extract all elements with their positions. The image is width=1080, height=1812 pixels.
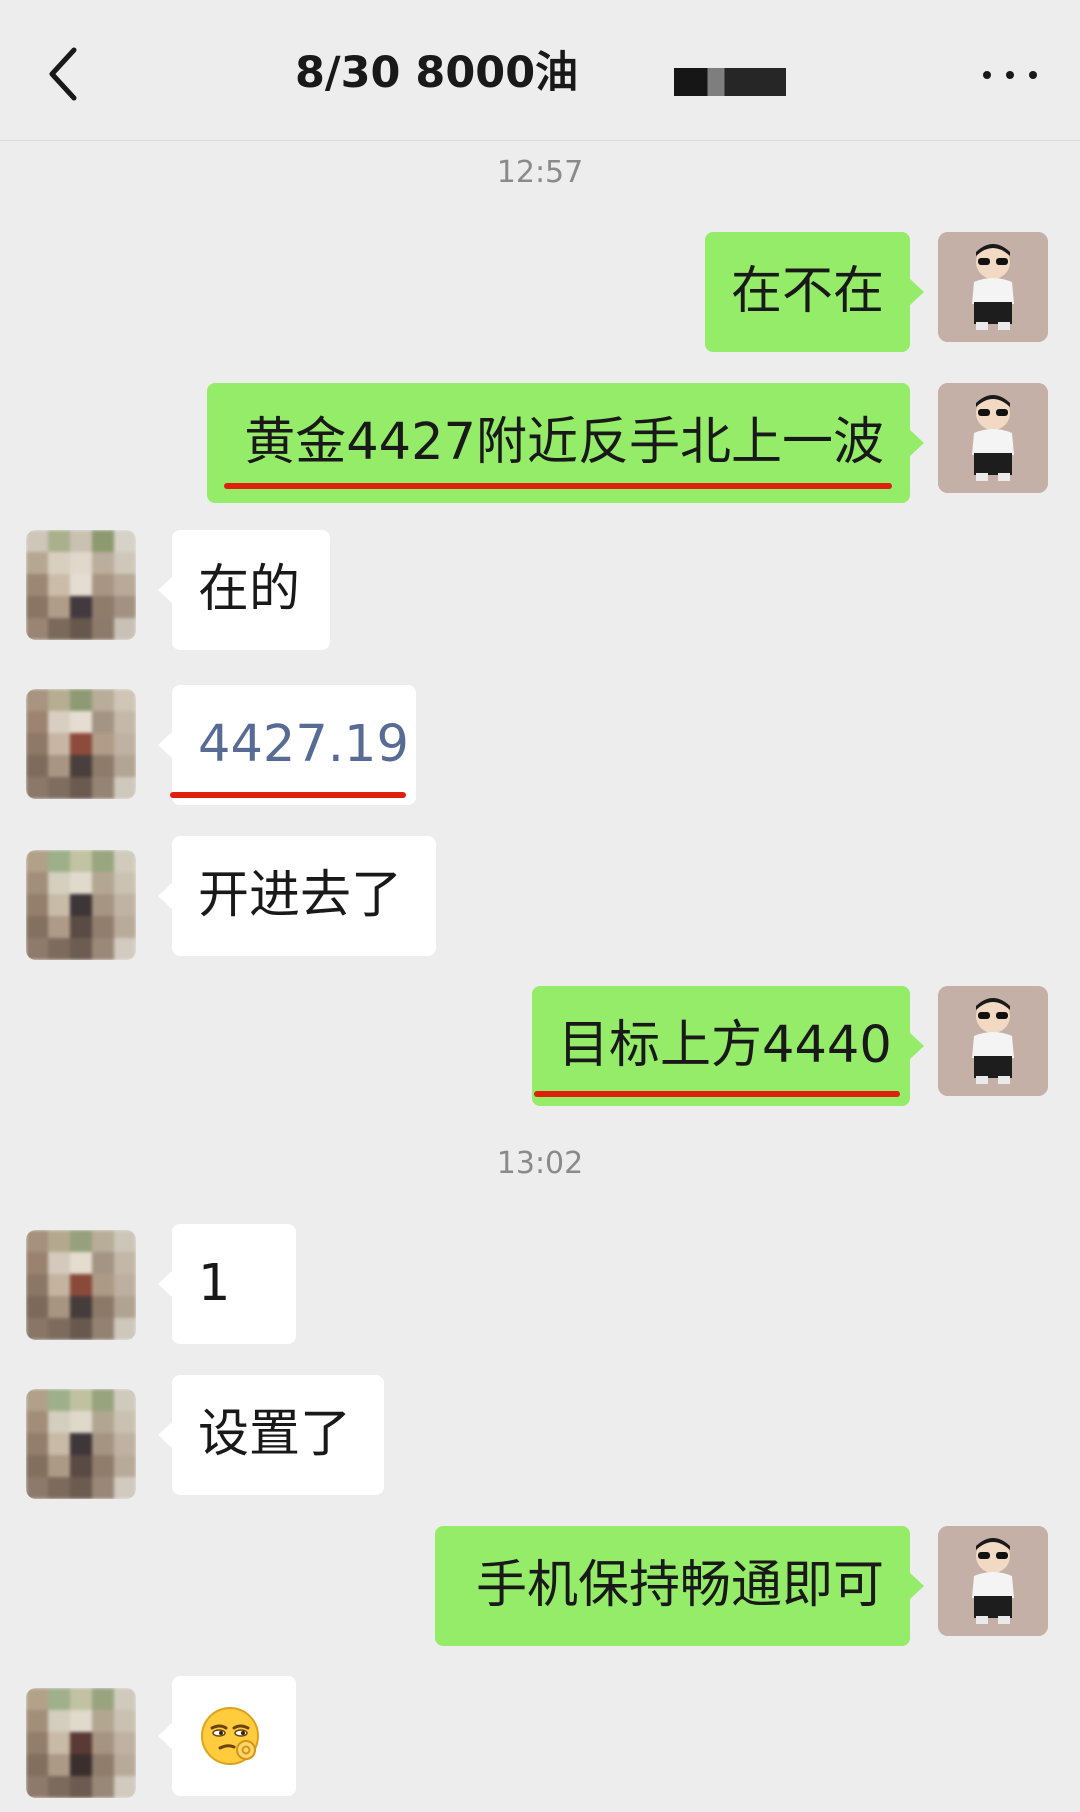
message-text: 在的 [198,560,301,619]
message-bubble-incoming[interactable]: 在的 [158,530,330,650]
smirk-ok-emoji-icon [201,1707,259,1765]
contact-avatar-pixelated[interactable] [26,689,136,799]
message-text: 开进去了 [198,866,403,925]
red-underline-annotation [534,1091,900,1097]
contact-avatar-pixelated[interactable] [26,850,136,960]
more-dots-icon [983,71,991,79]
contact-avatar-pixelated[interactable] [26,530,136,640]
cartoon-boy-avatar-icon [938,1526,1048,1636]
message-bubble-outgoing[interactable]: 手机保持畅通即可 [435,1526,924,1646]
contact-avatar-pixelated[interactable] [26,1389,136,1499]
more-dot [1006,71,1014,79]
timestamp: 12:57 [496,155,584,190]
red-underline-annotation [224,483,892,489]
message-text: 在不在 [731,262,885,321]
message-bubble-outgoing[interactable]: 目标上方4440 [532,986,924,1106]
my-avatar[interactable] [938,383,1048,493]
cartoon-boy-avatar-icon [938,986,1048,1096]
timestamp: 13:02 [496,1146,584,1181]
message-bubble-outgoing[interactable]: 黄金4427附近反手北上一波 [207,383,924,503]
contact-avatar-pixelated[interactable] [26,1230,136,1340]
my-avatar[interactable] [938,986,1048,1096]
more-button[interactable] [975,55,1045,95]
message-bubble-incoming[interactable]: 开进去了 [158,836,436,956]
message-bubble-incoming[interactable]: 1 [158,1224,296,1344]
back-button[interactable] [30,30,100,110]
my-avatar[interactable] [938,1526,1048,1636]
message-text: 设置了 [198,1405,352,1464]
message-text: 手机保持畅通即可 [475,1556,884,1615]
message-text: 黄金4427附近反手北上一波 [244,413,884,472]
more-dot [1029,71,1037,79]
message-text: 1 [198,1254,231,1313]
message-bubble-outgoing[interactable]: 在不在 [705,232,924,352]
message-bubble-incoming[interactable]: 4427.19 [158,685,416,805]
message-text: 目标上方4440 [558,1016,892,1075]
contact-avatar-pixelated[interactable] [26,1688,136,1798]
chat-header: 8/30 8000油 [0,0,1080,141]
chevron-left-icon [49,47,77,101]
red-underline-annotation [170,792,406,798]
message-bubble-incoming[interactable]: 设置了 [158,1375,384,1495]
chat-title: 8/30 8000油 [295,48,579,98]
cartoon-boy-avatar-icon [938,232,1048,342]
message-number-link[interactable]: 4427.19 [198,715,409,774]
cartoon-boy-avatar-icon [938,383,1048,493]
my-avatar[interactable] [938,232,1048,342]
redacted-name-block [674,68,786,96]
message-bubble-incoming[interactable] [158,1676,296,1796]
